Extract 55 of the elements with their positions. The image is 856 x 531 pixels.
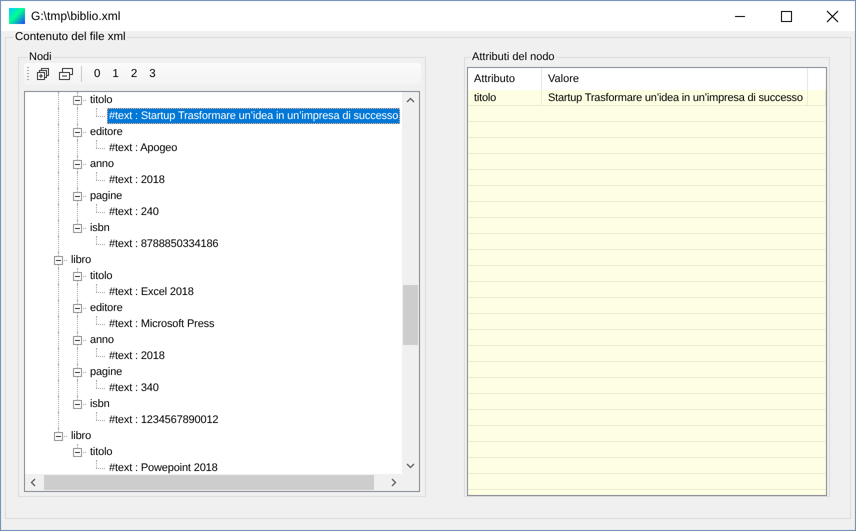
tree-node[interactable]: #text : Excel 2018 [107, 284, 196, 300]
group-title: Attributi del nodo [471, 51, 556, 63]
tree-node[interactable]: #text : 1234567890012 [107, 412, 220, 428]
tree-node[interactable]: titolo [88, 92, 114, 108]
tree-node[interactable]: anno [88, 156, 116, 172]
level-button[interactable]: 2 [124, 64, 144, 84]
tree-node[interactable]: #text : Powepoint 2018 [107, 460, 220, 475]
tree-node[interactable]: isbn [88, 396, 112, 412]
collapse-all-icon[interactable] [58, 66, 74, 82]
level-button[interactable]: 3 [143, 64, 162, 84]
table-cell: Startup Trasformare un’idea in un’impresa di successo [542, 90, 808, 106]
tree-node[interactable]: editore [88, 124, 125, 140]
collapse-icon[interactable] [73, 400, 82, 409]
tree-node[interactable]: editore [88, 300, 125, 316]
tree-node[interactable]: isbn [88, 220, 112, 236]
collapse-icon[interactable] [73, 192, 82, 201]
level-button[interactable]: 0 [88, 64, 106, 84]
tree-node[interactable]: #text : 2018 [107, 348, 167, 364]
tree-node[interactable]: titolo [88, 444, 114, 460]
collapse-icon[interactable] [73, 160, 82, 169]
tree-node[interactable]: #text : Microsoft Press [107, 316, 216, 332]
table-cell: titolo [468, 90, 542, 106]
tree-node[interactable]: libro [69, 428, 94, 444]
tree-node[interactable]: #text : 340 [107, 380, 161, 396]
collapse-icon[interactable] [73, 128, 82, 137]
group-title: Nodi [28, 51, 53, 63]
tree-node[interactable]: #text : 8788850334186 [107, 236, 220, 252]
tree-node[interactable]: #text : Apogeo [107, 140, 180, 156]
collapse-icon[interactable] [73, 96, 82, 105]
column-header[interactable]: Attributo [468, 68, 542, 90]
collapse-icon[interactable] [73, 304, 82, 313]
column-header[interactable]: Valore [542, 68, 808, 90]
level-button[interactable]: 1 [106, 64, 125, 84]
window-title: G:\tmp\biblio.xml [31, 9, 120, 23]
collapse-icon[interactable] [73, 336, 82, 345]
scroll-thumb[interactable] [403, 285, 418, 345]
collapse-icon[interactable] [73, 272, 82, 281]
tree-node[interactable]: libro [69, 252, 94, 268]
vertical-scrollbar[interactable] [402, 92, 419, 474]
group-title: Contenuto del file xml [14, 31, 127, 43]
collapse-icon[interactable] [54, 256, 63, 265]
tree-node[interactable]: anno [88, 332, 116, 348]
tree-node[interactable]: titolo [88, 268, 114, 284]
collapse-icon[interactable] [73, 224, 82, 233]
collapse-icon[interactable] [54, 432, 63, 441]
app-icon [9, 8, 25, 24]
tree-node[interactable]: #text : Startup Trasformare un’idea in un’impresa di successo [107, 108, 400, 124]
collapse-icon[interactable] [73, 448, 82, 457]
scroll-thumb[interactable] [44, 475, 374, 490]
tree-node[interactable]: pagine [88, 364, 124, 380]
tree-node[interactable]: #text : 240 [107, 204, 161, 220]
tree-node[interactable]: #text : 2018 [107, 172, 167, 188]
tree-node[interactable]: pagine [88, 188, 124, 204]
expand-all-icon[interactable] [35, 66, 51, 82]
collapse-icon[interactable] [73, 368, 82, 377]
